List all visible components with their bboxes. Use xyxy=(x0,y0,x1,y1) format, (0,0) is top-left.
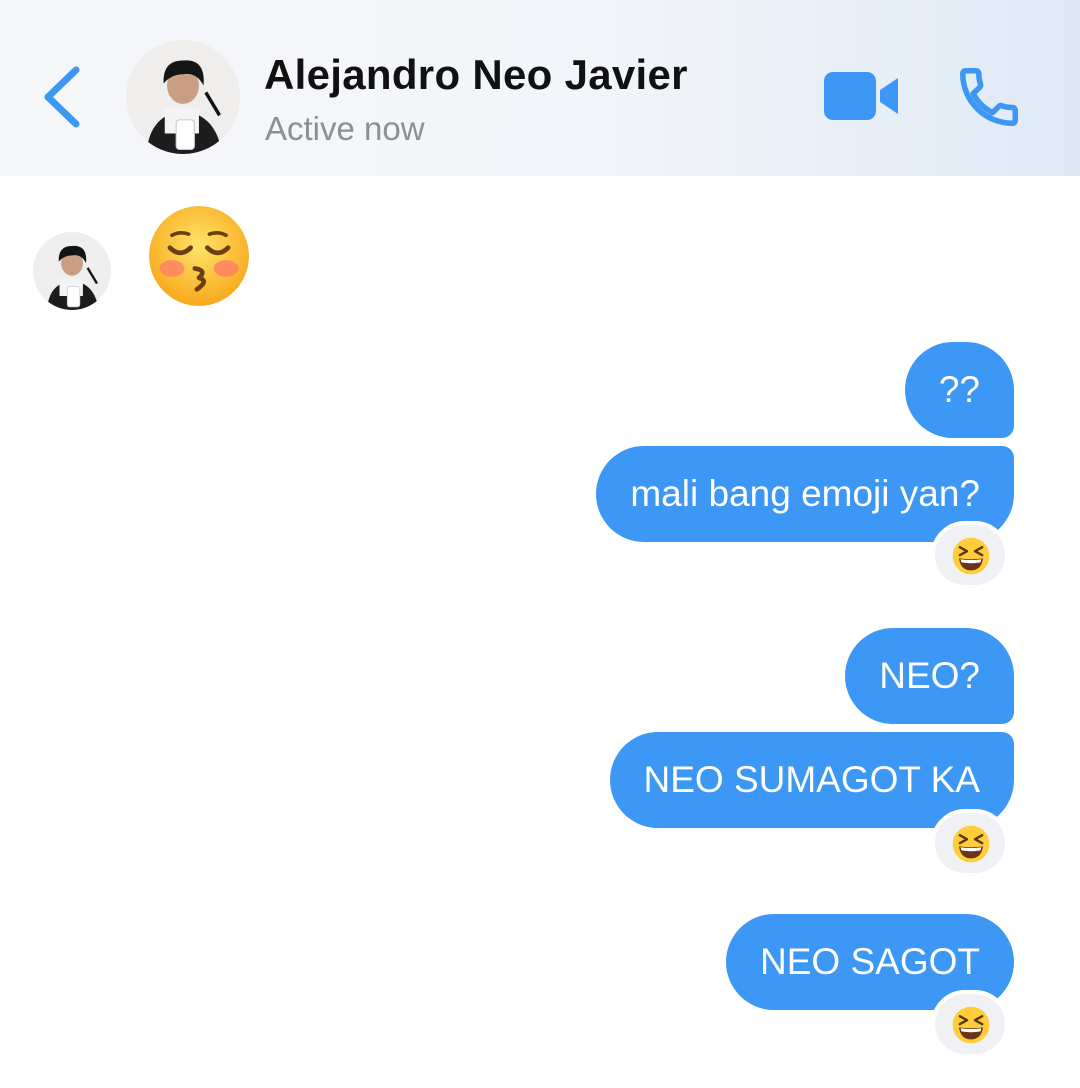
kissing-face-with-closed-eyes-icon xyxy=(149,206,249,306)
received-emoji-message[interactable] xyxy=(147,204,251,308)
message-reaction[interactable] xyxy=(931,521,1009,589)
back-button[interactable] xyxy=(38,62,88,132)
phone-icon xyxy=(959,67,1019,127)
contact-avatar[interactable] xyxy=(126,40,240,154)
contact-name[interactable]: Alejandro Neo Javier xyxy=(264,51,688,99)
voice-call-button[interactable] xyxy=(952,62,1026,132)
message-reaction[interactable] xyxy=(931,809,1009,877)
chevron-left-icon xyxy=(44,66,80,128)
grinning-squinting-face-icon xyxy=(952,1006,990,1044)
sent-message-bubble[interactable]: ?? xyxy=(904,342,1014,438)
conversation-header: Alejandro Neo Javier Active now xyxy=(0,0,1080,176)
video-camera-icon xyxy=(824,72,898,120)
sent-message-bubble[interactable]: NEO? xyxy=(845,628,1014,724)
message-reaction[interactable] xyxy=(931,990,1009,1058)
grinning-squinting-face-icon xyxy=(952,537,990,575)
active-status: Active now xyxy=(265,110,425,147)
video-call-button[interactable] xyxy=(822,68,902,124)
grinning-squinting-face-icon xyxy=(952,825,990,863)
message-sender-avatar[interactable] xyxy=(33,232,111,310)
